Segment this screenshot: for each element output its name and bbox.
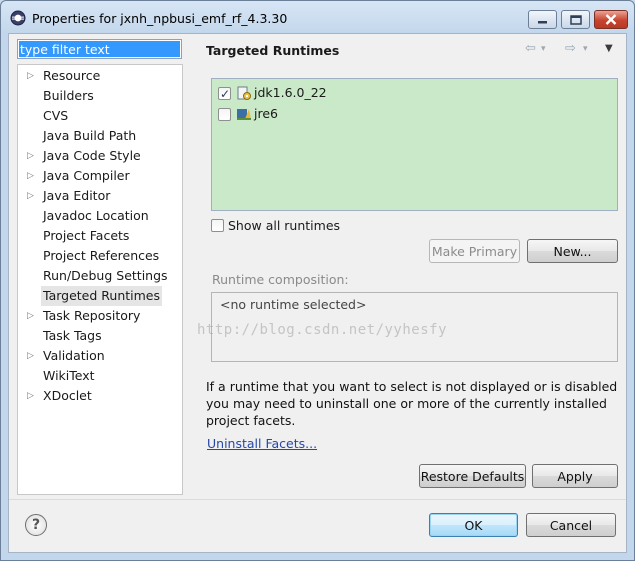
tree-item[interactable]: Project Facets [18, 226, 182, 246]
tree-item[interactable]: ▷ XDoclet [18, 386, 182, 406]
tree-item[interactable]: ▷ Java Editor [18, 186, 182, 206]
runtime-checkbox[interactable]: ✓ [218, 87, 231, 101]
watermark-text: http://blog.csdn.net/yyhesfy [197, 322, 448, 338]
runtime-composition-text: <no runtime selected> [220, 297, 367, 312]
view-menu-icon[interactable]: ▼ [605, 43, 613, 54]
back-menu-chevron-icon[interactable]: ▾ [541, 44, 546, 54]
tree-item[interactable]: Run/Debug Settings [18, 266, 182, 286]
tree-item[interactable]: Javadoc Location [18, 206, 182, 226]
eclipse-app-icon [10, 10, 26, 26]
maximize-icon [569, 14, 582, 25]
ok-button[interactable]: OK [429, 513, 518, 537]
filter-field[interactable] [17, 39, 182, 59]
runtime-label: jdk1.6.0_22 [254, 85, 327, 100]
close-button[interactable] [594, 10, 628, 29]
filter-input[interactable] [19, 41, 180, 57]
expand-arrow-icon[interactable]: ▷ [27, 186, 35, 206]
footer-divider [9, 499, 626, 500]
tree-item-label: Resource [43, 68, 101, 83]
tree-item[interactable]: WikiText [18, 366, 182, 386]
jre-runtime-icon [237, 109, 251, 120]
tree-item-label: Targeted Runtimes [41, 286, 162, 306]
page-navigation: ⇦ ▾ ⇨ ▾ ▼ [525, 41, 620, 57]
dialog-client-area: ▷ Resource Builders CVS Java Build Path ▷ Java… [8, 33, 627, 553]
close-icon [605, 14, 617, 25]
tree-item[interactable]: Builders [18, 86, 182, 106]
tree-item-label: Run/Debug Settings [43, 268, 168, 283]
tree-item-label: Java Editor [43, 188, 111, 203]
tree-item-label: Java Build Path [43, 128, 137, 143]
tree-item-label: Java Code Style [43, 148, 141, 163]
expand-arrow-icon[interactable]: ▷ [27, 386, 35, 406]
back-arrow-icon[interactable]: ⇦ [525, 41, 536, 56]
tree-item[interactable]: Project References [18, 246, 182, 266]
tree-item-label: Project Facets [43, 228, 130, 243]
checkmark-icon: ✓ [220, 87, 231, 101]
cancel-button[interactable]: Cancel [526, 513, 616, 537]
expand-arrow-icon[interactable]: ▷ [27, 306, 35, 326]
tree-item-label: WikiText [43, 368, 95, 383]
minimize-icon [538, 20, 547, 23]
apply-button[interactable]: Apply [532, 464, 618, 488]
page-title: Targeted Runtimes [206, 43, 340, 58]
runtime-checkbox[interactable] [218, 108, 231, 121]
runtime-list[interactable]: ✓ jdk1.6.0_22 jre6 [211, 78, 618, 211]
jdk-runtime-icon [237, 86, 251, 100]
tree-item[interactable]: ▷ Java Code Style [18, 146, 182, 166]
expand-arrow-icon[interactable]: ▷ [27, 66, 35, 86]
property-page-tree[interactable]: ▷ Resource Builders CVS Java Build Path ▷ Java… [17, 64, 183, 495]
tree-item[interactable]: Targeted Runtimes [18, 286, 182, 306]
expand-arrow-icon[interactable]: ▷ [27, 346, 35, 366]
tree-item-label: CVS [43, 108, 69, 123]
show-all-label: Show all runtimes [228, 218, 341, 233]
tree-item[interactable]: CVS [18, 106, 182, 126]
new-runtime-button[interactable]: New... [527, 239, 618, 263]
tree-item[interactable]: ▷ Task Repository [18, 306, 182, 326]
tree-item-label: Javadoc Location [43, 208, 149, 223]
maximize-button[interactable] [561, 10, 590, 29]
uninstall-facets-link[interactable]: Uninstall Facets... [207, 436, 317, 451]
properties-window: Properties for jxnh_npbusi_emf_rf_4.3.30… [0, 0, 635, 561]
tree-item-label: Task Repository [43, 308, 141, 323]
forward-menu-chevron-icon[interactable]: ▾ [583, 44, 588, 54]
tree-item-label: Task Tags [43, 328, 102, 343]
tree-item-label: Java Compiler [43, 168, 130, 183]
restore-defaults-button[interactable]: Restore Defaults [419, 464, 526, 488]
tree-item[interactable]: ▷ Validation [18, 346, 182, 366]
tree-item-label: Builders [43, 88, 94, 103]
window-title: Properties for jxnh_npbusi_emf_rf_4.3.30 [32, 11, 288, 26]
tree-item-label: Validation [43, 348, 105, 363]
title-bar[interactable]: Properties for jxnh_npbusi_emf_rf_4.3.30 [1, 1, 634, 35]
tree-item[interactable]: Task Tags [18, 326, 182, 346]
runtime-label: jre6 [254, 106, 278, 121]
expand-arrow-icon[interactable]: ▷ [27, 146, 35, 166]
minimize-button[interactable] [528, 10, 557, 29]
pane-sash[interactable] [183, 64, 191, 495]
help-icon[interactable]: ? [25, 514, 47, 536]
info-message: If a runtime that you want to select is … [206, 379, 618, 428]
tree-item-label: Project References [43, 248, 160, 263]
runtime-composition-label: Runtime composition: [212, 272, 349, 287]
tree-item[interactable]: Java Build Path [18, 126, 182, 146]
expand-arrow-icon[interactable]: ▷ [27, 166, 35, 186]
tree-item[interactable]: ▷ Java Compiler [18, 166, 182, 186]
forward-arrow-icon[interactable]: ⇨ [565, 41, 576, 56]
tree-item-label: XDoclet [43, 388, 92, 403]
make-primary-button[interactable]: Make Primary [429, 239, 520, 263]
tree-item[interactable]: ▷ Resource [18, 66, 182, 86]
show-all-checkbox[interactable] [211, 219, 224, 232]
